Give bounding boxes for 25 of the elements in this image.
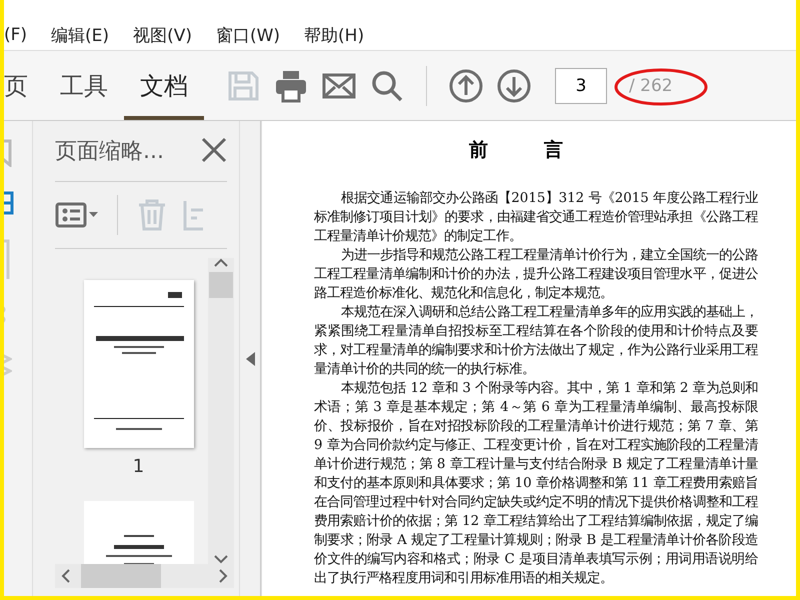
panel-title: 页面缩略... bbox=[55, 138, 164, 166]
menu-item[interactable]: 帮助(H) bbox=[292, 24, 376, 46]
page-number: 1 bbox=[132, 456, 144, 477]
arrow-down-icon[interactable] bbox=[497, 68, 531, 102]
page-thumbnail[interactable] bbox=[84, 280, 194, 448]
collapse-button[interactable] bbox=[246, 352, 254, 366]
print-icon[interactable] bbox=[274, 68, 308, 102]
scrollbar-thumb[interactable] bbox=[209, 272, 233, 298]
nav-tab[interactable]: 页 bbox=[4, 51, 44, 120]
menu-item[interactable]: 窗口(W) bbox=[204, 24, 292, 46]
scrollbar-thumb[interactable] bbox=[81, 564, 161, 588]
document-heading: 前 言 bbox=[468, 138, 564, 163]
menu-item[interactable]: 编辑(E) bbox=[39, 24, 122, 46]
page-number-field[interactable]: 3 bbox=[555, 68, 607, 104]
document-paragraph: 根据交通运输部交办公路函【2015】312 号《2015 年度公路工程行业标准制修订项目计划》的要求，由福建省交通工程造价管理站承担《公路工程工程量清单计价规范》的制定工作。 bbox=[314, 190, 758, 246]
menu-item[interactable]: (F) bbox=[4, 25, 40, 45]
arrow-up-icon[interactable] bbox=[449, 68, 483, 102]
page-icon[interactable] bbox=[4, 189, 16, 217]
document-paragraph: 本规范在深入调研和总结公路工程工程量清单多年的应用实践的基础上，紧紧围绕工程量清单自招投标至工程结算在各个阶段的使用和计价特点及要求，对工程量清单的编制要求和计价方法做出了规定，作为公路行业采用工程量清单计价的共同的统一的执行标准。 bbox=[314, 304, 758, 379]
page-total: / 262 bbox=[628, 76, 673, 96]
document-paragraph: 为进一步指导和规范公路工程工程量清单计价行为，建立全国统一的公路工程工程量清单编制和计价的办法，提升公路工程建设项目管理水平，促进公路工程造价标准化、规范化和信息化，制定本规范。 bbox=[314, 246, 758, 303]
menu-item[interactable]: 视图(V) bbox=[121, 24, 204, 46]
search-icon[interactable] bbox=[370, 68, 404, 102]
nav-tab[interactable]: 工具 bbox=[44, 51, 124, 120]
document-paragraph: 本规范包括 12 章和 3 个附录等内容。其中，第 1 章和第 2 章为总则和术语；第 3 章是基本规定；第 4～第 6 章为工程量清单编制、最高投标限价、投标报价，旨在对招投标阶段的工程量清单计价进行规范；第 7 章、第 9 章为合同价款约定与修正、工程变更计价，旨在对工程实施阶段的工程量清单计价进行规范；第 8 章工程计量与支付结合附录 B 规定了工程量清单计量和支付的基本原则和具体要求；第 10 章价格调整和第 11 章工程费用索赔旨在合同管理过程中针对合同约定缺失或约定不明的情况下提供价格调整和工程费用索赔计价的依据；第 12 章工程结算给出了工程结算编制依据，规定了编制要求；附录 A 规定了工程量计算规则；附录 B 是工程量清单计价各阶段造价文件的编写内容和格式；附录 C 是项目清单表填写示例；用词用语说明给出了执行严格程度用词和引用标准用语的相关规定。 bbox=[314, 380, 758, 588]
